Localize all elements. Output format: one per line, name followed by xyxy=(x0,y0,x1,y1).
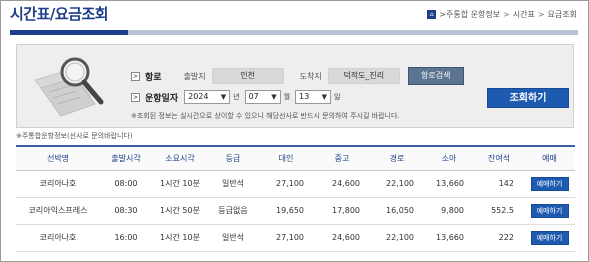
fare-youth: 17,800 xyxy=(314,197,370,225)
ship-name: 코리아나호 xyxy=(16,170,100,198)
column-header: 예매 xyxy=(524,145,575,171)
breadcrumb-item[interactable]: 시간표 xyxy=(513,9,535,20)
column-header: 등급 xyxy=(208,145,258,171)
fare-adult: 27,100 xyxy=(258,170,314,198)
column-header: 중고 xyxy=(314,145,370,171)
grade: 일반석 xyxy=(208,224,258,252)
reserve-cell: 예매하기 xyxy=(524,224,575,252)
breadcrumb-separator: > xyxy=(503,10,510,19)
reserve-button[interactable]: 예매하기 xyxy=(530,230,569,245)
fare-youth: 24,600 xyxy=(314,224,370,252)
remaining-seats: 222 xyxy=(474,224,524,252)
fare-child: 9,800 xyxy=(424,197,474,225)
fare-senior: 22,100 xyxy=(370,224,424,252)
route-label: 항로 xyxy=(145,72,162,83)
depart-time: 16:00 xyxy=(100,224,152,252)
chevron-down-icon: ▼ xyxy=(220,93,227,101)
table-header-row: 선박명 출발시각 소요시각 등급 대인 중고 경로 소아 잔여석 예매 xyxy=(16,145,575,171)
column-header: 소요시각 xyxy=(152,145,208,171)
column-header: 선박명 xyxy=(16,145,100,171)
fare-adult: 27,100 xyxy=(258,224,314,252)
page-title: 시간표/요금조회 xyxy=(10,5,109,23)
month-unit: 월 xyxy=(283,93,291,101)
month-value: 07 xyxy=(248,92,259,101)
fare-adult: 19,650 xyxy=(258,197,314,225)
arrow-right-icon: > xyxy=(131,92,140,102)
date-label: 운항일자 xyxy=(145,93,179,104)
breadcrumb-item[interactable]: 요금조회 xyxy=(548,9,577,20)
year-unit: 년 xyxy=(233,93,240,101)
table-row: 코리아익스프레스 08:30 1시간 50분 등급없음 19,650 17,80… xyxy=(16,197,575,225)
flag-note: ※주통합운항정보(선사로 문의바랍니다) xyxy=(16,132,133,140)
duration: 1시간 50분 xyxy=(152,197,208,225)
schedule-table: 선박명 출발시각 소요시각 등급 대인 중고 경로 소아 잔여석 예매 코리아나… xyxy=(16,145,575,252)
date-row: > 운항일자 2024 ▼ 년 07 ▼ 월 13 ▼ 일 xyxy=(131,90,345,104)
home-icon[interactable]: ⌂ xyxy=(427,10,437,19)
table-row: 코리아나호 16:00 1시간 10분 일반석 27,100 24,600 22… xyxy=(16,224,575,252)
magnifier-illustration-icon xyxy=(34,57,104,117)
breadcrumb: ⌂ >주통합 운항정보 > 시간표 > 요금조회 xyxy=(427,9,577,20)
column-header: 경로 xyxy=(370,145,424,171)
title-underline-accent xyxy=(10,30,128,35)
column-header: 출발시각 xyxy=(100,145,152,171)
month-select[interactable]: 07 ▼ xyxy=(244,90,281,104)
chevron-down-icon: ▼ xyxy=(271,93,277,101)
day-unit: 일 xyxy=(334,93,341,101)
column-header: 소아 xyxy=(424,145,474,171)
arrival-field[interactable]: 덕적도_진리 xyxy=(327,68,400,84)
fare-child: 13,660 xyxy=(424,170,474,198)
duration: 1시간 10분 xyxy=(152,224,208,252)
grade: 일반석 xyxy=(208,170,258,198)
reserve-button[interactable]: 예매하기 xyxy=(530,176,569,191)
ship-name: 코리아나호 xyxy=(16,224,100,252)
departure-label: 출발지 xyxy=(183,71,206,81)
depart-time: 08:00 xyxy=(100,170,152,198)
breadcrumb-separator: > xyxy=(537,10,545,19)
fare-senior: 16,050 xyxy=(370,197,424,225)
column-header: 대인 xyxy=(258,145,314,171)
reserve-cell: 예매하기 xyxy=(524,170,575,198)
duration: 1시간 10분 xyxy=(152,170,208,198)
notice-text: ※조회된 정보는 실시간으로 상이할 수 있으니 해당선사로 반드시 문의하여 … xyxy=(131,112,400,120)
route-row: > 항로 출발지 인천 도착지 덕적도_진리 항로검색 xyxy=(131,67,464,85)
fare-child: 13,660 xyxy=(424,224,474,252)
year-select[interactable]: 2024 ▼ xyxy=(184,90,231,104)
year-value: 2024 xyxy=(188,92,209,101)
fare-senior: 22,100 xyxy=(370,170,424,198)
column-header: 잔여석 xyxy=(474,145,524,171)
fare-youth: 24,600 xyxy=(314,170,370,198)
arrow-right-icon: > xyxy=(131,71,140,81)
day-select[interactable]: 13 ▼ xyxy=(295,90,332,104)
search-button[interactable]: 조회하기 xyxy=(487,88,569,108)
route-search-button[interactable]: 항로검색 xyxy=(407,67,464,85)
breadcrumb-item[interactable]: >주통합 운항정보 xyxy=(439,9,500,20)
remaining-seats: 142 xyxy=(474,170,524,198)
departure-field[interactable]: 인천 xyxy=(211,68,284,84)
day-value: 13 xyxy=(299,92,310,101)
ship-name: 코리아익스프레스 xyxy=(16,197,100,225)
reserve-cell: 예매하기 xyxy=(524,197,575,225)
chevron-down-icon: ▼ xyxy=(321,93,328,101)
reserve-button[interactable]: 예매하기 xyxy=(530,203,569,218)
grade: 등급없음 xyxy=(208,197,258,225)
search-panel: > 항로 출발지 인천 도착지 덕적도_진리 항로검색 > 운항일자 2024 … xyxy=(16,44,574,128)
arrival-label: 도착지 xyxy=(299,71,322,81)
depart-time: 08:30 xyxy=(100,197,152,225)
table-row: 코리아나호 08:00 1시간 10분 일반석 27,100 24,600 22… xyxy=(16,170,575,198)
remaining-seats: 552.5 xyxy=(474,197,524,225)
